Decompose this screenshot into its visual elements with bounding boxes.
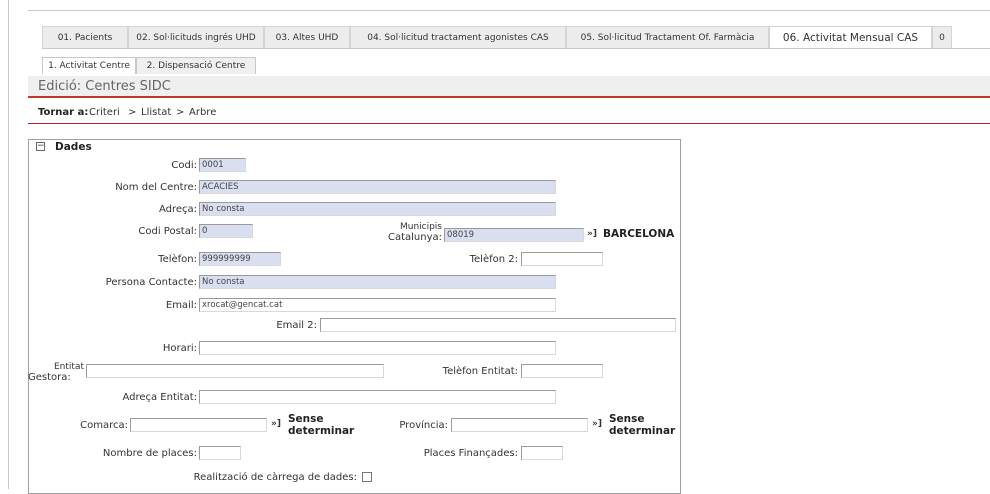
left-border	[8, 0, 9, 489]
telefon-entitat-field[interactable]	[521, 364, 603, 378]
codi-field[interactable]: 0001	[199, 158, 246, 172]
subtab-dispensacio-centre[interactable]: 2. Dispensació Centre	[136, 57, 256, 74]
adreca-entitat-field[interactable]	[199, 390, 556, 404]
places-financades-label: Places Finançades:	[423, 448, 518, 459]
tab-altes-uhd[interactable]: 03. Altes UHD	[264, 26, 350, 48]
section-title: Dades	[55, 141, 92, 153]
main-tab-strip: 01. Pacients 02. Sol·licituds ingrés UHD…	[42, 26, 952, 48]
nom-centre-label: Nom del Centre:	[115, 182, 197, 193]
telefon-field[interactable]: 999999999	[199, 252, 281, 266]
carrega-dades-checkbox[interactable]	[362, 472, 372, 482]
comarca-resolved-line2: determinar	[288, 425, 355, 437]
telefon-entitat-label: Telèfon Entitat:	[442, 366, 518, 377]
telefon2-field[interactable]	[521, 252, 603, 266]
tab-activitat-mensual-cas[interactable]: 06. Activitat Mensual CAS	[769, 26, 932, 48]
horari-field[interactable]	[199, 341, 556, 355]
provincia-field[interactable]	[451, 418, 588, 432]
municipis-field[interactable]: 08019	[444, 228, 584, 242]
tab-pacients[interactable]: 01. Pacients	[42, 26, 128, 48]
nombre-places-field[interactable]	[199, 446, 241, 460]
email-field[interactable]: xrocat@gencat.cat	[199, 298, 556, 312]
collapse-toggle-icon[interactable]: −	[36, 142, 45, 151]
nombre-places-label: Nombre de places:	[102, 448, 197, 459]
subtab-activitat-centre[interactable]: 1. Activitat Centre	[42, 57, 136, 74]
comarca-field[interactable]	[130, 418, 267, 432]
municipis-lookup-icon[interactable]: »]	[587, 229, 597, 239]
places-financades-field[interactable]	[521, 446, 563, 460]
nom-centre-field[interactable]: ACACIES	[199, 180, 556, 194]
codi-postal-field[interactable]: 0	[199, 224, 253, 238]
codi-label: Codi:	[171, 160, 197, 171]
horari-label: Horari:	[162, 343, 197, 354]
adreca-label: Adreça:	[158, 204, 197, 215]
provincia-resolved-line2: determinar	[609, 425, 676, 437]
email2-field[interactable]	[320, 318, 676, 332]
tab-sollicitud-tractament-farmacia[interactable]: 05. Sol·licitud Tractament Of. Farmàcia	[566, 26, 769, 48]
persona-contacte-field[interactable]: No consta	[199, 275, 556, 289]
provincia-label: Província:	[399, 420, 448, 431]
breadcrumb-criteri[interactable]: Criteri	[89, 107, 120, 118]
tab-strip-divider	[42, 48, 990, 49]
breadcrumb-arbre[interactable]: Arbre	[189, 107, 216, 118]
breadcrumb: Tornar a: Criteri > Llistat > Arbre	[28, 104, 990, 124]
codi-postal-label: Codi Postal:	[138, 226, 197, 237]
breadcrumb-label: Tornar a:	[38, 107, 89, 118]
entitat-gestora-label-line1: Entitat	[54, 362, 84, 372]
comarca-lookup-icon[interactable]: »]	[271, 419, 281, 429]
persona-contacte-label: Persona Contacte:	[105, 277, 197, 288]
adreca-field[interactable]: No consta	[199, 202, 556, 216]
breadcrumb-separator: >	[128, 107, 137, 118]
email-label: Email:	[165, 300, 197, 311]
telefon-label: Telèfon:	[158, 254, 197, 265]
breadcrumb-llistat[interactable]: Llistat	[141, 107, 171, 118]
sub-tab-strip: 1. Activitat Centre 2. Dispensació Centr…	[42, 57, 256, 74]
carrega-dades-label: Realització de càrrega de dades:	[193, 472, 357, 483]
page-title: Edició: Centres SIDC	[38, 79, 171, 94]
comarca-resolved-line1: Sense	[288, 413, 324, 425]
breadcrumb-separator: >	[176, 107, 185, 118]
municipis-label-line2: Catalunya:	[387, 232, 442, 243]
telefon2-label: Telèfon 2:	[469, 254, 518, 265]
entitat-gestora-label-line2: Gestora:	[28, 372, 71, 383]
email2-label: Email 2:	[276, 320, 317, 331]
tab-sollicitud-tractament-agonistes[interactable]: 04. Sol·licitud tractament agonistes CAS	[350, 26, 566, 48]
provincia-resolved-line1: Sense	[609, 413, 645, 425]
provincia-lookup-icon[interactable]: »]	[592, 419, 602, 429]
municipis-label-line1: Municipis	[399, 222, 442, 232]
municipis-resolved: BARCELONA	[603, 228, 675, 240]
entitat-gestora-field[interactable]	[86, 364, 384, 378]
comarca-label: Comarca:	[80, 420, 128, 431]
tab-sollicituds-ingres-uhd[interactable]: 02. Sol·licituds ingrés UHD	[128, 26, 264, 48]
adreca-entitat-label: Adreça Entitat:	[122, 392, 197, 403]
top-divider	[28, 10, 990, 11]
page-title-bar: Edició: Centres SIDC	[28, 76, 990, 98]
tab-overflow[interactable]: 0	[932, 26, 952, 48]
